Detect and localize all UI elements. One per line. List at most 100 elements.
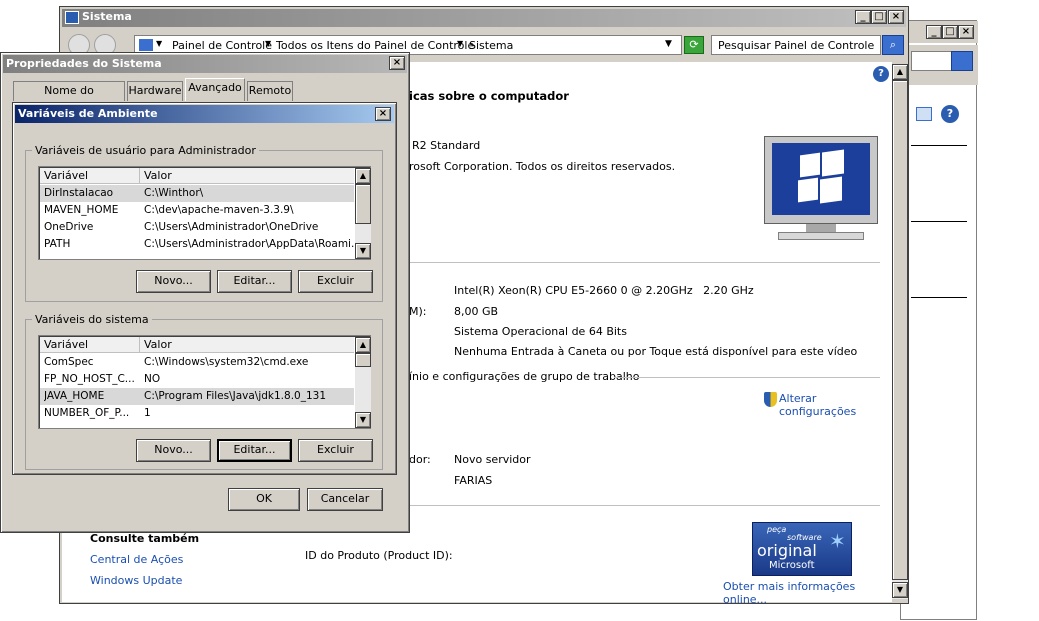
dialog-titlebar: Variáveis de Ambiente <box>15 105 394 123</box>
table-row[interactable]: JAVA_HOME C:\Program Files\Java\jdk1.8.0… <box>40 388 354 405</box>
breadcrumb-arrow-icon[interactable]: ▼ <box>156 39 162 48</box>
system-delete-button[interactable]: Excluir <box>298 439 373 462</box>
minimize-icon[interactable]: _ <box>926 25 942 39</box>
breadcrumb-item[interactable]: Todos os Itens do Painel de Controle <box>276 39 474 52</box>
more-info-link[interactable]: Obter mais informações online... <box>723 580 892 606</box>
list-header: Variável Valor <box>40 337 354 353</box>
divider <box>406 505 880 506</box>
maximize-icon[interactable]: □ <box>871 10 887 24</box>
cpu-value: Intel(R) Xeon(R) CPU E5-2660 0 @ 2.20GHz… <box>454 284 754 297</box>
domain-section-heading: ínio e configurações de grupo de trabalh… <box>409 370 640 383</box>
section-heading: icas sobre o computador <box>409 89 569 103</box>
view-icon[interactable] <box>916 107 932 121</box>
scrollbar-thumb[interactable] <box>355 353 371 367</box>
close-icon[interactable]: × <box>389 56 405 70</box>
user-new-button[interactable]: Novo... <box>136 270 211 293</box>
search-icon[interactable]: ⌕ <box>882 35 904 55</box>
close-icon[interactable]: × <box>958 25 974 39</box>
help-icon[interactable]: ? <box>941 105 959 123</box>
windows-update-link[interactable]: Windows Update <box>90 574 182 587</box>
user-rows: DirInstalacao C:\Winthor\ MAVEN_HOME C:\… <box>40 185 354 259</box>
pen-touch-value: Nenhuma Entrada à Caneta ou por Toque es… <box>454 345 858 358</box>
search-icon[interactable] <box>951 51 973 71</box>
table-row[interactable]: FP_NO_HOST_C... NO <box>40 371 354 388</box>
refresh-icon[interactable]: ⟳ <box>684 36 704 54</box>
scroll-down-icon[interactable]: ▼ <box>355 412 371 428</box>
help-icon[interactable]: ? <box>873 66 889 82</box>
table-row[interactable]: ComSpec C:\Windows\system32\cmd.exe <box>40 354 354 371</box>
scroll-up-icon[interactable]: ▲ <box>892 64 908 80</box>
edition-text: R2 Standard <box>412 139 481 152</box>
scrollbar-thumb[interactable] <box>892 80 908 580</box>
system-edit-button[interactable]: Editar... <box>217 439 292 462</box>
scrollbar[interactable]: ▲ ▼ <box>892 64 908 599</box>
system-new-button[interactable]: Novo... <box>136 439 211 462</box>
column-divider[interactable] <box>139 337 140 353</box>
tab-remote[interactable]: Remoto <box>247 81 293 101</box>
system-variables-list[interactable]: Variável Valor ComSpec C:\Windows\system… <box>38 335 371 429</box>
maximize-icon[interactable]: □ <box>942 25 958 39</box>
list-header: Variável Valor <box>40 168 354 184</box>
table-row[interactable]: MAVEN_HOME C:\dev\apache-maven-3.3.9\ <box>40 202 354 219</box>
table-row[interactable]: DirInstalacao C:\Winthor\ <box>40 185 354 202</box>
user-variables-list[interactable]: Variável Valor DirInstalacao C:\Winthor\… <box>38 166 371 260</box>
scroll-up-icon[interactable]: ▲ <box>355 168 371 184</box>
description-label: dor: <box>409 453 431 466</box>
group-label: Variáveis de usuário para Administrador <box>35 144 256 157</box>
close-icon[interactable]: × <box>375 107 391 121</box>
windows-logo-monitor-icon <box>764 136 878 244</box>
background-window: _ □ × ? <box>900 20 978 620</box>
system-icon <box>65 11 79 24</box>
group-label: Variáveis do sistema <box>35 313 149 326</box>
copyright-text: rosoft Corporation. Todos os direitos re… <box>409 160 676 173</box>
column-header-variable[interactable]: Variável <box>44 169 88 182</box>
tab-computer-name[interactable]: Nome do computador <box>13 81 125 115</box>
scroll-down-icon[interactable]: ▼ <box>892 582 908 598</box>
scroll-down-icon[interactable]: ▼ <box>355 243 371 259</box>
divider <box>406 262 880 263</box>
column-divider[interactable] <box>139 168 140 184</box>
tab-advanced[interactable]: Avançado <box>185 78 245 101</box>
column-header-value[interactable]: Valor <box>144 338 172 351</box>
star-icon: ✶ <box>829 529 846 553</box>
scroll-up-icon[interactable]: ▲ <box>355 337 371 353</box>
breadcrumb-arrow-icon[interactable]: ▼ <box>265 39 271 48</box>
breadcrumb-arrow-icon[interactable]: ▼ <box>457 39 463 48</box>
minimize-icon[interactable]: _ <box>855 10 871 24</box>
see-also-heading: Consulte também <box>90 532 200 545</box>
table-row[interactable]: NUMBER_OF_P... 1 <box>40 405 354 422</box>
shield-icon <box>764 392 777 407</box>
system-type-value: Sistema Operacional de 64 Bits <box>454 325 627 338</box>
scrollbar[interactable]: ▲ ▼ <box>355 337 371 428</box>
product-id-label: ID do Produto (Product ID): <box>305 549 453 562</box>
system-rows: ComSpec C:\Windows\system32\cmd.exe FP_N… <box>40 354 354 428</box>
system-window-titlebar: Sistema <box>62 9 906 27</box>
dialog-title: Propriedades do Sistema <box>6 57 162 70</box>
table-row[interactable]: OneDrive C:\Users\Administrador\OneDrive <box>40 219 354 236</box>
ram-value: 8,00 GB <box>454 305 499 318</box>
user-delete-button[interactable]: Excluir <box>298 270 373 293</box>
column-header-variable[interactable]: Variável <box>44 338 88 351</box>
cancel-button[interactable]: Cancelar <box>307 488 383 511</box>
ok-button[interactable]: OK <box>228 488 300 511</box>
close-icon[interactable]: × <box>888 10 904 24</box>
scrollbar-thumb[interactable] <box>355 184 371 224</box>
scrollbar[interactable]: ▲ ▼ <box>355 168 371 259</box>
divider <box>911 221 967 222</box>
divider <box>911 145 967 146</box>
table-row[interactable]: PATH C:\Users\Administrador\AppData\Roam… <box>40 236 354 253</box>
chevron-down-icon[interactable]: ▼ <box>665 39 672 49</box>
breadcrumb-item[interactable]: Painel de Controle <box>172 39 272 52</box>
ram-label: M): <box>409 305 427 318</box>
genuine-microsoft-badge: peça software original Microsoft ✶ <box>752 522 852 576</box>
workgroup-value: FARIAS <box>454 474 493 487</box>
action-center-link[interactable]: Central de Ações <box>90 553 183 566</box>
user-edit-button[interactable]: Editar... <box>217 270 292 293</box>
divider <box>911 297 967 298</box>
search-input[interactable]: Pesquisar Painel de Controle <box>711 35 881 55</box>
control-panel-icon <box>139 39 153 51</box>
column-header-value[interactable]: Valor <box>144 169 172 182</box>
breadcrumb-item[interactable]: Sistema <box>469 39 513 52</box>
divider <box>614 377 880 378</box>
tab-hardware[interactable]: Hardware <box>127 81 183 101</box>
